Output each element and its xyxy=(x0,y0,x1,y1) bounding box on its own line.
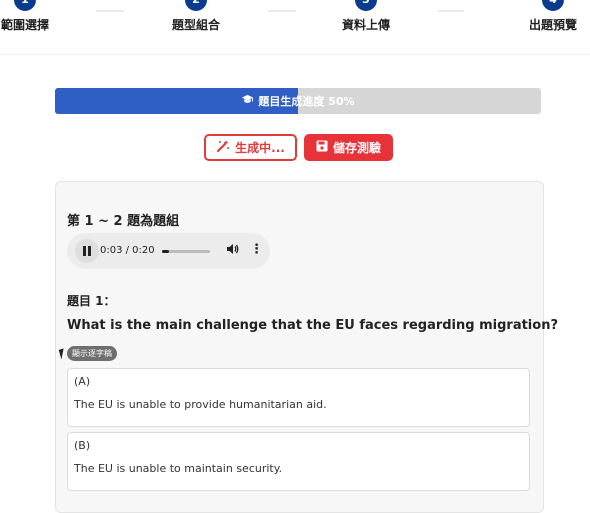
pause-icon[interactable] xyxy=(75,239,99,263)
audio-seek-fill xyxy=(162,250,170,253)
step-number: 4 xyxy=(542,0,564,11)
mouse-cursor-icon xyxy=(58,348,67,360)
save-label: 儲存測驗 xyxy=(332,141,381,155)
step-number: 3 xyxy=(355,0,377,11)
step-number: 2 xyxy=(185,0,207,11)
option-text: The EU is unable to maintain security. xyxy=(74,462,283,475)
step-label: 資料上傳 xyxy=(341,18,390,32)
floppy-disk-icon xyxy=(316,140,328,155)
audio-player[interactable]: 0:03 / 0:20 ⋮ xyxy=(67,233,270,269)
option-a[interactable]: (A) The EU is unable to provide humanita… xyxy=(67,368,530,427)
generating-label: 生成中... xyxy=(235,141,285,155)
option-b[interactable]: (B) The EU is unable to maintain securit… xyxy=(67,432,530,491)
volume-icon[interactable] xyxy=(226,243,239,258)
step-connector xyxy=(96,10,124,12)
graduation-cap-icon xyxy=(241,94,254,108)
progress-label: 題目生成進度 50% xyxy=(258,95,355,108)
stepper: 1 範圍選擇 2 題型組合 3 資料上傳 4 出題預覽 xyxy=(0,0,590,55)
magic-wand-icon xyxy=(216,139,230,156)
save-quiz-button[interactable]: 儲存測驗 xyxy=(304,134,393,161)
question-group-card: 第 1 ~ 2 題為題組 0:03 / 0:20 ⋮ 題目 1： What is… xyxy=(55,181,558,513)
question-text: What is the main challenge that the EU f… xyxy=(67,318,558,333)
step-number: 1 xyxy=(14,0,36,11)
audio-time: 0:03 / 0:20 xyxy=(100,245,155,256)
group-title: 第 1 ~ 2 題為題組 xyxy=(67,214,180,229)
step-label: 題型組合 xyxy=(171,18,220,32)
generation-progress-bar: 題目生成進度 50% xyxy=(55,88,541,114)
audio-seek-bar[interactable] xyxy=(162,250,210,253)
question-label: 題目 1： xyxy=(67,294,116,308)
show-transcript-button[interactable]: 顯示逐字稿 xyxy=(67,346,117,361)
option-key: (B) xyxy=(74,439,91,452)
more-options-icon[interactable]: ⋮ xyxy=(250,242,263,257)
step-label: 範圍選擇 xyxy=(0,18,49,32)
generating-button[interactable]: 生成中... xyxy=(204,134,297,161)
step-connector xyxy=(268,10,296,12)
option-text: The EU is unable to provide humanitarian… xyxy=(74,398,327,411)
step-connector xyxy=(438,10,464,12)
step-label: 出題預覽 xyxy=(528,18,577,32)
progress-text: 題目生成進度 50% xyxy=(55,88,541,114)
option-key: (A) xyxy=(74,375,91,388)
